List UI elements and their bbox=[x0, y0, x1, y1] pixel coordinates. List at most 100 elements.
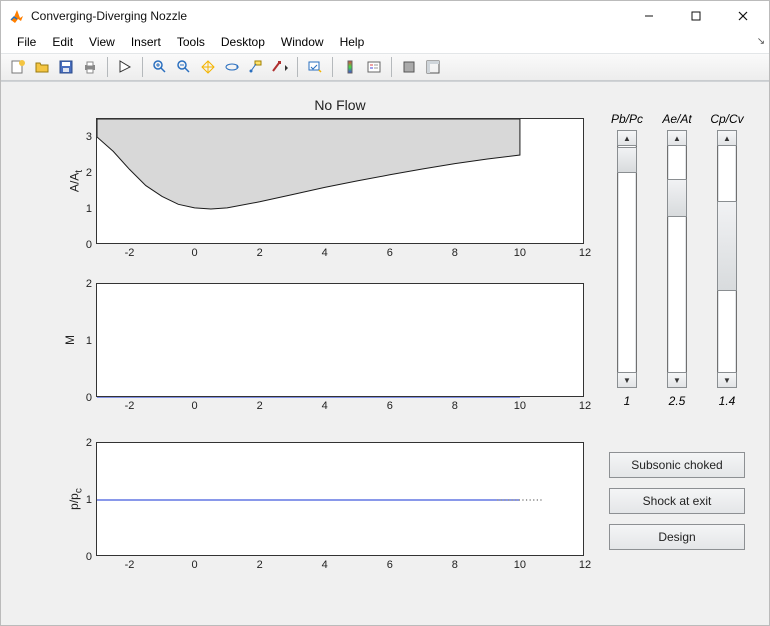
menu-insert[interactable]: Insert bbox=[123, 33, 169, 51]
ytick: 2 bbox=[86, 278, 92, 290]
xtick: 0 bbox=[192, 559, 198, 571]
xtick: -2 bbox=[125, 559, 135, 571]
slider-cpcv[interactable]: Cp/Cv ▲ ▼ 1.4 bbox=[709, 112, 745, 408]
window-title: Converging-Diverging Nozzle bbox=[31, 9, 620, 23]
xtick: 6 bbox=[387, 247, 393, 259]
ylabel-mach: M bbox=[63, 335, 77, 345]
ytick: 0 bbox=[86, 392, 92, 404]
axes-area-ratio[interactable]: No Flow A/At 0123-2024681012 bbox=[96, 118, 584, 244]
xtick: 4 bbox=[322, 559, 328, 571]
xtick: 8 bbox=[452, 400, 458, 412]
zoom-in-icon[interactable] bbox=[149, 56, 171, 78]
menubar: File Edit View Insert Tools Desktop Wind… bbox=[1, 31, 769, 53]
save-icon[interactable] bbox=[55, 56, 77, 78]
slider-cpcv-up-button[interactable]: ▲ bbox=[717, 130, 737, 146]
slider-pbpc-track[interactable]: ▲ ▼ bbox=[617, 130, 637, 388]
edit-plot-icon[interactable] bbox=[114, 56, 136, 78]
ylabel-pressure-ratio: p/pc bbox=[67, 488, 84, 510]
xtick: 4 bbox=[322, 247, 328, 259]
slider-cpcv-down-button[interactable]: ▼ bbox=[717, 372, 737, 388]
link-data-icon[interactable] bbox=[304, 56, 326, 78]
xtick: 2 bbox=[257, 559, 263, 571]
new-figure-icon[interactable] bbox=[7, 56, 29, 78]
slider-panel: Pb/Pc ▲ ▼ 1 Ae/At ▲ ▼ 2.5 Cp/Cv ▲ ▼ bbox=[609, 112, 745, 408]
brush-icon[interactable] bbox=[269, 56, 291, 78]
rotate-3d-icon[interactable] bbox=[221, 56, 243, 78]
insert-legend-icon[interactable] bbox=[363, 56, 385, 78]
slider-aeat-label: Ae/At bbox=[662, 112, 691, 126]
matlab-icon bbox=[9, 8, 25, 24]
ytick: 2 bbox=[86, 167, 92, 179]
area-ratio-plot bbox=[97, 119, 585, 245]
figure-title: No Flow bbox=[97, 97, 583, 113]
slider-cpcv-track[interactable]: ▲ ▼ bbox=[717, 130, 737, 388]
minimize-button[interactable] bbox=[626, 2, 671, 30]
axes-pressure-ratio[interactable]: p/pc 012-2024681012 bbox=[96, 442, 584, 556]
menu-file[interactable]: File bbox=[9, 33, 44, 51]
slider-cpcv-thumb[interactable] bbox=[717, 201, 737, 291]
slider-aeat-up-button[interactable]: ▲ bbox=[667, 130, 687, 146]
menu-view[interactable]: View bbox=[81, 33, 123, 51]
xtick: 6 bbox=[387, 559, 393, 571]
slider-aeat-value: 2.5 bbox=[669, 394, 686, 408]
button-panel: Subsonic choked Shock at exit Design bbox=[609, 452, 745, 550]
window-controls bbox=[626, 2, 765, 30]
xtick: 2 bbox=[257, 400, 263, 412]
slider-pbpc-up-button[interactable]: ▲ bbox=[617, 130, 637, 146]
print-icon[interactable] bbox=[79, 56, 101, 78]
ytick: 2 bbox=[86, 437, 92, 449]
ytick: 1 bbox=[86, 335, 92, 347]
titlebar: Converging-Diverging Nozzle bbox=[1, 1, 769, 31]
xtick: 12 bbox=[579, 400, 591, 412]
open-file-icon[interactable] bbox=[31, 56, 53, 78]
menu-desktop[interactable]: Desktop bbox=[213, 33, 273, 51]
ytick: 0 bbox=[86, 239, 92, 251]
design-button[interactable]: Design bbox=[609, 524, 745, 550]
slider-aeat-thumb[interactable] bbox=[667, 179, 687, 217]
axes-mach[interactable]: M 012-2024681012 bbox=[96, 283, 584, 397]
slider-pbpc-value: 1 bbox=[624, 394, 631, 408]
show-tools-icon[interactable] bbox=[422, 56, 444, 78]
slider-pbpc[interactable]: Pb/Pc ▲ ▼ 1 bbox=[609, 112, 645, 408]
slider-cpcv-label: Cp/Cv bbox=[710, 112, 743, 126]
mach-plot bbox=[97, 284, 585, 398]
dock-corner-icon[interactable]: ↘ bbox=[753, 36, 769, 47]
menu-window[interactable]: Window bbox=[273, 33, 332, 51]
zoom-out-icon[interactable] bbox=[173, 56, 195, 78]
menu-help[interactable]: Help bbox=[332, 33, 373, 51]
slider-aeat-track[interactable]: ▲ ▼ bbox=[667, 130, 687, 388]
xtick: 4 bbox=[322, 400, 328, 412]
xtick: -2 bbox=[125, 247, 135, 259]
xtick: 2 bbox=[257, 247, 263, 259]
slider-aeat-down-button[interactable]: ▼ bbox=[667, 372, 687, 388]
maximize-button[interactable] bbox=[673, 2, 718, 30]
menu-edit[interactable]: Edit bbox=[44, 33, 81, 51]
insert-colorbar-icon[interactable] bbox=[339, 56, 361, 78]
subsonic-choked-button[interactable]: Subsonic choked bbox=[609, 452, 745, 478]
toolbar bbox=[1, 53, 769, 81]
pressure-plot bbox=[97, 443, 585, 557]
menu-tools[interactable]: Tools bbox=[169, 33, 213, 51]
slider-pbpc-thumb[interactable] bbox=[617, 147, 637, 173]
xtick: 12 bbox=[579, 247, 591, 259]
ytick: 1 bbox=[86, 203, 92, 215]
close-button[interactable] bbox=[720, 2, 765, 30]
shock-at-exit-button[interactable]: Shock at exit bbox=[609, 488, 745, 514]
slider-pbpc-label: Pb/Pc bbox=[611, 112, 643, 126]
slider-pbpc-down-button[interactable]: ▼ bbox=[617, 372, 637, 388]
xtick: 6 bbox=[387, 400, 393, 412]
xtick: 10 bbox=[514, 247, 526, 259]
hide-tools-icon[interactable] bbox=[398, 56, 420, 78]
xtick: 8 bbox=[452, 559, 458, 571]
xtick: 0 bbox=[192, 400, 198, 412]
ytick: 0 bbox=[86, 551, 92, 563]
ytick: 1 bbox=[86, 494, 92, 506]
xtick: 8 bbox=[452, 247, 458, 259]
figure-area: No Flow A/At 0123-2024681012 M 012-20246… bbox=[1, 81, 769, 625]
slider-aeat[interactable]: Ae/At ▲ ▼ 2.5 bbox=[659, 112, 695, 408]
data-cursor-icon[interactable] bbox=[245, 56, 267, 78]
ylabel-area-ratio: A/At bbox=[67, 170, 84, 192]
ytick: 3 bbox=[86, 131, 92, 143]
xtick: 10 bbox=[514, 400, 526, 412]
pan-icon[interactable] bbox=[197, 56, 219, 78]
